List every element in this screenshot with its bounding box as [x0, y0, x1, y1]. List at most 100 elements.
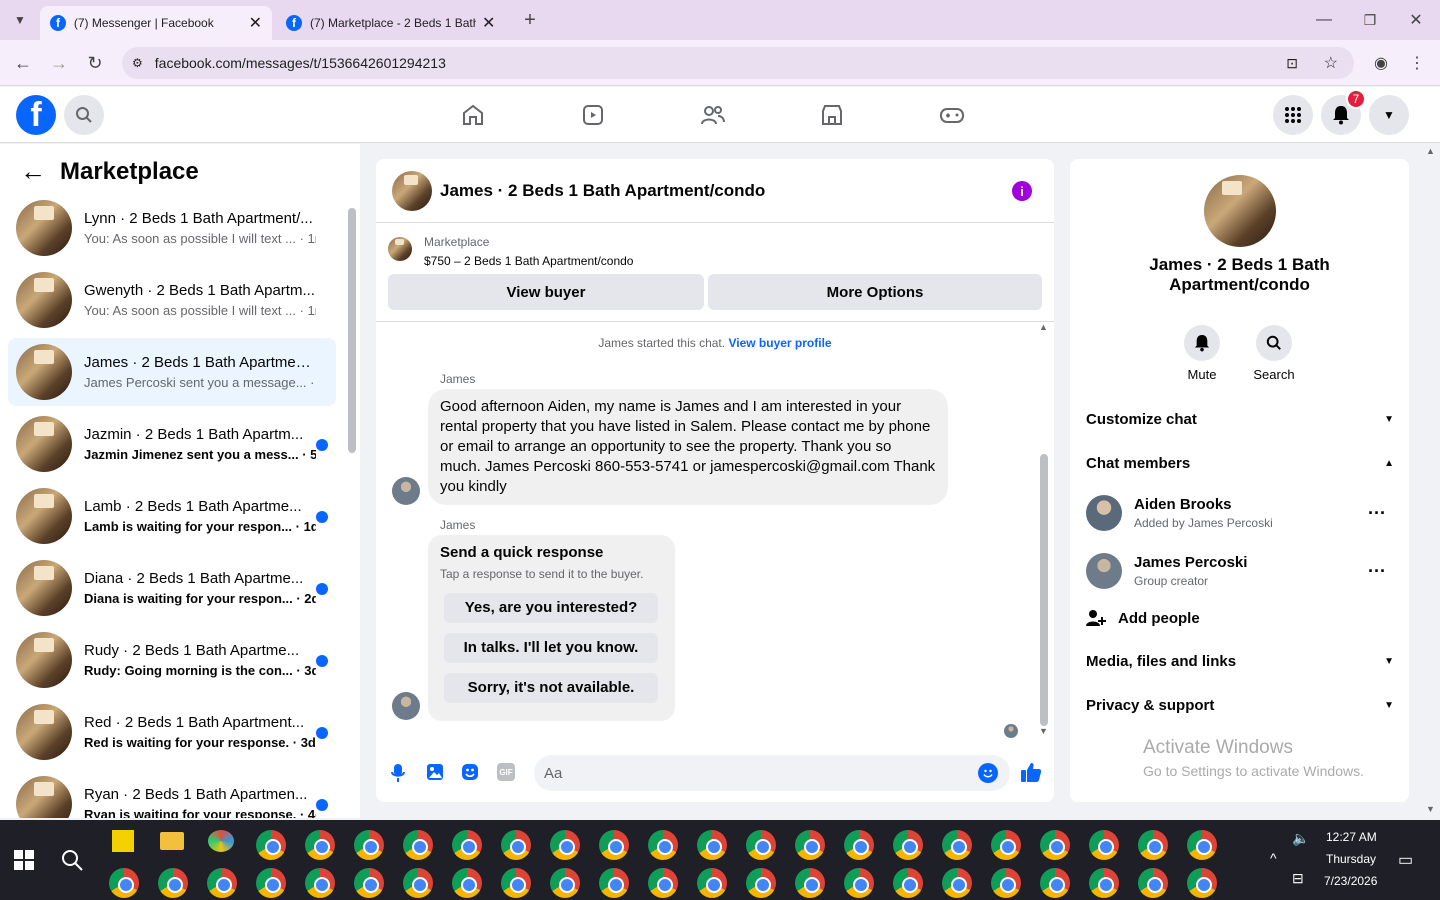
more-options-icon[interactable]: ··· — [1368, 561, 1386, 582]
chrome-profile-icon[interactable] — [893, 830, 923, 860]
chat-item[interactable]: Red · 2 Beds 1 Bath Apartment... Red is w… — [8, 698, 336, 766]
chrome-profile-icon[interactable] — [697, 830, 727, 860]
taskbar-search-icon[interactable] — [60, 848, 84, 877]
chrome-profile-icon[interactable] — [746, 868, 776, 898]
message-bubble[interactable]: Good afternoon Aiden, my name is James a… — [428, 389, 948, 505]
tab-search-icon[interactable]: ▼ — [8, 10, 32, 30]
listing-title[interactable]: $750 – 2 Beds 1 Bath Apartment/condo — [424, 254, 633, 268]
more-options-button[interactable]: More Options — [708, 274, 1042, 310]
photo-icon[interactable] — [426, 763, 444, 786]
conversation-avatar[interactable] — [392, 170, 432, 211]
chrome-profile-icon[interactable] — [550, 868, 580, 898]
chrome-profile-icon[interactable] — [893, 868, 923, 898]
maximize-icon[interactable]: ❐ — [1358, 8, 1382, 32]
chrome-profile-icon[interactable] — [403, 830, 433, 860]
chrome-profile-icon[interactable] — [256, 868, 286, 898]
quick-response-button[interactable]: In talks. I'll let you know. — [444, 633, 658, 663]
file-explorer-icon[interactable] — [160, 832, 184, 850]
chrome-profile-icon[interactable] — [844, 830, 874, 860]
media-files-section[interactable]: Media, files and links ▼ — [1086, 653, 1394, 670]
address-bar[interactable]: ⚙ facebook.com/messages/t/15366426012942… — [122, 47, 1354, 79]
emoji-icon[interactable] — [978, 763, 998, 783]
page-scroll-down-icon[interactable]: ▼ — [1426, 804, 1435, 814]
bookmark-star-icon[interactable]: ☆ — [1324, 53, 1338, 73]
gif-icon[interactable]: GIF — [497, 763, 515, 781]
sticky-notes-icon[interactable] — [112, 830, 134, 852]
chat-item[interactable]: Ryan · 2 Beds 1 Bath Apartmen... Ryan is … — [8, 770, 336, 818]
chrome-profile-icon[interactable] — [795, 868, 825, 898]
microphone-icon[interactable] — [390, 763, 406, 788]
chrome-profile-icon[interactable] — [1040, 868, 1070, 898]
forward-icon[interactable]: → — [48, 52, 70, 74]
chrome-profile-icon[interactable] — [1089, 830, 1119, 860]
back-arrow-icon[interactable]: ← — [20, 156, 46, 187]
add-people-button[interactable]: Add people — [1086, 609, 1200, 627]
show-hidden-icons[interactable]: ^ — [1270, 850, 1277, 866]
close-window-icon[interactable]: ✕ — [1404, 8, 1428, 32]
home-icon[interactable] — [455, 97, 491, 133]
facebook-logo-icon[interactable]: f — [16, 95, 56, 135]
tab-marketplace[interactable]: f (7) Marketplace - 2 Beds 1 Bath ✕ — [276, 6, 508, 40]
quick-response-button[interactable]: Yes, are you interested? — [444, 593, 658, 623]
clock-day[interactable]: Thursday — [1326, 852, 1376, 866]
chrome-profile-icon[interactable] — [354, 868, 384, 898]
more-options-icon[interactable]: ··· — [1368, 503, 1386, 524]
chrome-profile-icon[interactable] — [452, 868, 482, 898]
privacy-support-section[interactable]: Privacy & support ▼ — [1086, 697, 1394, 714]
chat-item[interactable]: Jazmin · 2 Beds 1 Bath Apartm... Jazmin J… — [8, 410, 336, 478]
menu-grid-icon[interactable] — [1273, 95, 1313, 135]
windows-start-icon[interactable] — [14, 850, 34, 875]
chat-item[interactable]: Lamb · 2 Beds 1 Bath Apartme... Lamb is w… — [8, 482, 336, 550]
chrome-profile-icon[interactable] — [207, 868, 237, 898]
message-input[interactable]: Aa — [534, 755, 1010, 791]
chrome-profile-icon[interactable] — [1089, 868, 1119, 898]
chrome-profile-icon[interactable] — [501, 868, 531, 898]
conversation-title[interactable]: James · 2 Beds 1 Bath Apartment/condo — [440, 181, 765, 201]
chrome-profile-icon[interactable] — [746, 830, 776, 860]
tab-messenger[interactable]: f (7) Messenger | Facebook ✕ — [40, 6, 272, 40]
video-icon[interactable] — [575, 97, 611, 133]
search-button[interactable]: Search — [1252, 325, 1296, 382]
friends-icon[interactable] — [695, 97, 731, 133]
chrome-profile-icon[interactable] — [109, 868, 139, 898]
member-row[interactable]: James Percoski Group creator ··· — [1086, 553, 1394, 589]
chrome-profile-icon[interactable] — [648, 868, 678, 898]
back-icon[interactable]: ← — [12, 52, 34, 74]
chrome-profile-icon[interactable] — [697, 868, 727, 898]
chrome-profile-icon[interactable] — [991, 830, 1021, 860]
chrome-profile-icon[interactable] — [158, 868, 188, 898]
chrome-profile-icon[interactable] — [599, 830, 629, 860]
chrome-profile-icon[interactable] — [452, 830, 482, 860]
chat-item-selected[interactable]: James · 2 Beds 1 Bath Apartmen... James P… — [8, 338, 336, 406]
chrome-profile-icon[interactable] — [1138, 868, 1168, 898]
quick-response-button[interactable]: Sorry, it's not available. — [444, 673, 658, 703]
thumbs-up-icon[interactable] — [1020, 761, 1042, 788]
sticker-icon[interactable] — [461, 763, 479, 786]
chrome-profile-icon[interactable] — [1040, 830, 1070, 860]
browser-menu-icon[interactable]: ⋮ — [1408, 52, 1426, 74]
chrome-profile-icon[interactable] — [550, 830, 580, 860]
chat-members-section[interactable]: Chat members ▲ — [1086, 455, 1394, 472]
chrome-profile-icon[interactable] — [305, 830, 335, 860]
chrome-profile-icon[interactable] — [305, 868, 335, 898]
customize-chat-section[interactable]: Customize chat ▼ — [1086, 411, 1394, 428]
clock-date[interactable]: 7/23/2026 — [1324, 874, 1377, 888]
chrome-profile-icon[interactable] — [942, 868, 972, 898]
chat-item[interactable]: Rudy · 2 Beds 1 Bath Apartme... Rudy: Goi… — [8, 626, 336, 694]
chat-list-scrollbar[interactable] — [348, 208, 356, 453]
info-icon[interactable]: i — [1012, 181, 1032, 201]
marketplace-icon[interactable] — [814, 97, 850, 133]
network-icon[interactable]: ⊟ — [1292, 870, 1304, 887]
action-center-icon[interactable]: ▭ — [1398, 850, 1413, 870]
chrome-profile-icon[interactable] — [1187, 868, 1217, 898]
chrome-profile-icon[interactable] — [991, 868, 1021, 898]
chrome-profile-icon[interactable] — [942, 830, 972, 860]
page-scroll-up-icon[interactable]: ▲ — [1426, 146, 1435, 156]
chrome-profile-icon[interactable] — [354, 830, 384, 860]
chrome-profile-icon[interactable] — [403, 868, 433, 898]
mute-button[interactable]: Mute — [1182, 325, 1222, 382]
chrome-profile-icon[interactable] — [501, 830, 531, 860]
new-tab-icon[interactable]: + — [520, 8, 540, 32]
close-tab-icon[interactable]: ✕ — [249, 13, 262, 33]
chrome-profile-icon[interactable] — [1187, 830, 1217, 860]
